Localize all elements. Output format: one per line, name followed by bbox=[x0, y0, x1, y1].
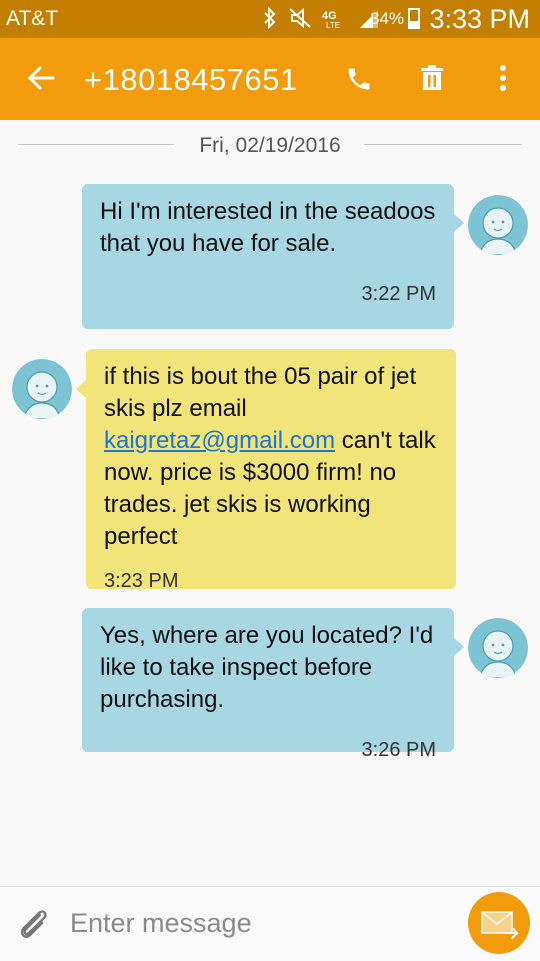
send-button[interactable] bbox=[468, 892, 530, 954]
back-arrow-icon[interactable] bbox=[26, 63, 56, 98]
attach-paperclip-icon[interactable] bbox=[16, 906, 50, 947]
date-divider-right bbox=[364, 144, 522, 145]
more-vert-icon[interactable] bbox=[498, 64, 508, 97]
status-clock: 3:33 PM bbox=[429, 4, 530, 34]
message-text-start: if this is bout the 05 pair of jet skis … bbox=[104, 363, 417, 422]
carrier-label: AT&T bbox=[6, 7, 59, 30]
my-avatar-icon[interactable] bbox=[468, 195, 528, 255]
my-avatar-icon[interactable] bbox=[468, 618, 528, 678]
received-message-bubble[interactable]: if this is bout the 05 pair of jet skis … bbox=[86, 349, 456, 592]
bubble-tail bbox=[76, 380, 86, 398]
bluetooth-icon bbox=[262, 6, 278, 34]
message-text: Yes, where are you located? I'd like to … bbox=[100, 622, 434, 713]
message-time: 3:22 PM bbox=[361, 283, 436, 305]
send-envelope-icon bbox=[481, 909, 519, 944]
bubble-tail bbox=[454, 214, 464, 232]
svg-text:LTE: LTE bbox=[326, 21, 340, 29]
date-separator: Fri, 02/19/2016 bbox=[0, 132, 540, 160]
status-bar: AT&T 4G LTE 34% 3:33 PM bbox=[0, 0, 540, 38]
bubble-tail bbox=[454, 638, 464, 656]
status-icons: 4G LTE bbox=[262, 6, 380, 34]
app-bar: +18018457651 bbox=[0, 38, 540, 120]
battery-fill bbox=[410, 21, 418, 27]
message-input[interactable] bbox=[66, 901, 454, 945]
contact-avatar-icon[interactable] bbox=[12, 359, 72, 419]
message-time: 3:23 PM bbox=[104, 570, 179, 592]
sent-message-bubble[interactable]: Hi I'm interested in the seadoos that yo… bbox=[82, 184, 454, 329]
contact-title: +18018457651 bbox=[84, 62, 298, 97]
mute-icon bbox=[288, 7, 312, 34]
message-time: 3:26 PM bbox=[361, 739, 436, 761]
message-text: Hi I'm interested in the seadoos that yo… bbox=[100, 198, 436, 257]
trash-icon[interactable] bbox=[419, 64, 445, 97]
composer-bar bbox=[0, 886, 540, 961]
battery-icon bbox=[408, 8, 420, 29]
battery-percent: 34% bbox=[370, 9, 405, 28]
date-label: Fri, 02/19/2016 bbox=[199, 134, 341, 157]
sent-message-bubble[interactable]: Yes, where are you located? I'd like to … bbox=[82, 608, 454, 761]
email-link[interactable]: kaigretaz@gmail.com bbox=[104, 427, 335, 454]
phone-icon[interactable] bbox=[345, 65, 373, 98]
network-4g-lte-icon: 4G LTE bbox=[322, 7, 348, 34]
